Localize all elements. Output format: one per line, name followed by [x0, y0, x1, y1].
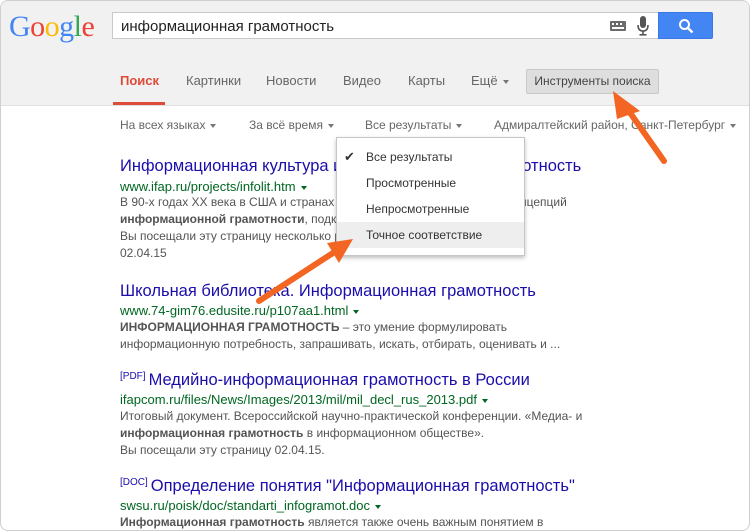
result-url-text: swsu.ru/poisk/doc/standarti_infogramot.d… [120, 498, 371, 513]
filter-language[interactable]: На всех языках [120, 118, 217, 132]
filter-location[interactable]: Адмиралтейский район, Санкт-Петербург [494, 118, 737, 132]
dropdown-item-verbatim[interactable]: Точное соответствие [337, 222, 524, 248]
chevron-down-icon[interactable] [481, 398, 488, 403]
visited-date: 02.04.15 [120, 246, 167, 260]
chevron-down-icon[interactable] [375, 504, 382, 509]
file-type-tag: [DOC] [120, 477, 148, 488]
tab-maps[interactable]: Карты [408, 73, 445, 88]
result-url: www.ifap.ru/projects/infolit.htm [120, 179, 307, 194]
result-snippet: Итоговый документ. Всероссийской научно-… [120, 409, 583, 423]
search-input[interactable] [119, 15, 603, 38]
logo-letter: o [44, 10, 60, 43]
tab-images[interactable]: Картинки [186, 73, 241, 88]
filter-location-label: Адмиралтейский район, Санкт-Петербург [494, 118, 726, 132]
chevron-down-icon [456, 123, 463, 128]
tab-search[interactable]: Поиск [120, 73, 159, 88]
filter-time[interactable]: За всё время [249, 118, 334, 132]
result-url: swsu.ru/poisk/doc/standarti_infogramot.d… [120, 498, 382, 513]
dropdown-item-label: Непросмотренные [366, 202, 470, 216]
result-url: ifapcom.ru/files/News/Images/2013/mil/mi… [120, 392, 488, 407]
chevron-down-icon [327, 123, 334, 128]
filter-language-label: На всех языках [120, 118, 206, 132]
dropdown-item-label: Точное соответствие [366, 228, 483, 242]
result-snippet: информационную потребность, запрашивать,… [120, 337, 561, 351]
search-tools-button[interactable]: Инструменты поиска [526, 69, 659, 94]
dropdown-item-label: Просмотренные [366, 176, 457, 190]
tab-more[interactable]: Ещё [471, 73, 509, 88]
logo-letter: G [9, 10, 31, 43]
dropdown-item-all[interactable]: ✔ Все результаты [337, 144, 524, 170]
result-snippet: ИНФОРМАЦИОННАЯ ГРАМОТНОСТЬ – это умение … [120, 319, 507, 336]
file-type-tag: [PDF] [120, 371, 146, 382]
logo-letter: o [30, 10, 45, 43]
logo-letter: e [81, 10, 95, 43]
snippet-bold: ИНФОРМАЦИОННАЯ ГРАМОТНОСТЬ [120, 320, 340, 334]
chevron-down-icon [210, 123, 217, 128]
filter-results[interactable]: Все результаты [365, 118, 463, 132]
result-title[interactable]: [DOC] Определение понятия "Информационная… [120, 477, 575, 496]
active-tab-indicator [113, 102, 165, 105]
browser-frame: Google Поиск Картинки Новости [0, 0, 750, 531]
google-logo[interactable]: Google [9, 9, 95, 45]
filter-results-label: Все результаты [365, 118, 452, 132]
result-title-text: Определение понятия "Информационная грам… [150, 477, 575, 495]
snippet-text: является также очень важным понятием в [304, 515, 544, 529]
dropdown-item-label: Все результаты [366, 150, 453, 164]
result-title-text: Медийно-информационная грамотность в Рос… [148, 371, 530, 389]
result-title[interactable]: Школьная библиотека. Информационная грам… [120, 282, 536, 301]
results-filter-dropdown: ✔ Все результаты Просмотренные Непросмот… [336, 137, 525, 256]
chevron-down-icon [502, 79, 509, 84]
tab-news[interactable]: Новости [266, 73, 316, 88]
search-header: Google Поиск Картинки Новости [1, 1, 749, 106]
microphone-icon[interactable] [636, 16, 650, 36]
result-url-text: ifapcom.ru/files/News/Images/2013/mil/mi… [120, 392, 477, 407]
visited-note: Вы посещали эту страницу 02.04.15. [120, 443, 325, 457]
search-box [112, 12, 658, 39]
result-snippet: Информационная грамотность является такж… [120, 514, 544, 530]
result-url-text: www.ifap.ru/projects/infolit.htm [120, 179, 296, 194]
magnifier-icon [679, 19, 694, 34]
dropdown-item-visited[interactable]: Просмотренные [337, 170, 524, 196]
dropdown-item-not-visited[interactable]: Непросмотренные [337, 196, 524, 222]
result-title[interactable]: [PDF] Медийно-информационная грамотность … [120, 371, 530, 390]
filter-time-label: За всё время [249, 118, 323, 132]
result-snippet: информационная грамотность в информацион… [120, 425, 484, 442]
logo-letter: l [73, 10, 82, 43]
logo-letter: g [59, 10, 74, 43]
tab-video[interactable]: Видео [343, 73, 381, 88]
tab-more-label: Ещё [471, 73, 498, 88]
chevron-down-icon[interactable] [300, 185, 307, 190]
chevron-down-icon [730, 123, 737, 128]
snippet-text: в информационном обществе». [303, 426, 485, 440]
chevron-down-icon[interactable] [353, 309, 360, 314]
snippet-bold: информационной грамотности [120, 212, 305, 226]
snippet-bold: информационная грамотность [120, 426, 304, 440]
snippet-text: – это умение формулировать [339, 320, 507, 334]
search-button[interactable] [658, 12, 713, 39]
result-url-text: www.74-gim76.edusite.ru/p107aa1.html [120, 303, 349, 318]
keyboard-icon[interactable] [610, 21, 626, 31]
snippet-bold: Информационная грамотность [120, 515, 305, 529]
checkmark-icon: ✔ [344, 149, 355, 164]
result-url: www.74-gim76.edusite.ru/p107aa1.html [120, 303, 360, 318]
